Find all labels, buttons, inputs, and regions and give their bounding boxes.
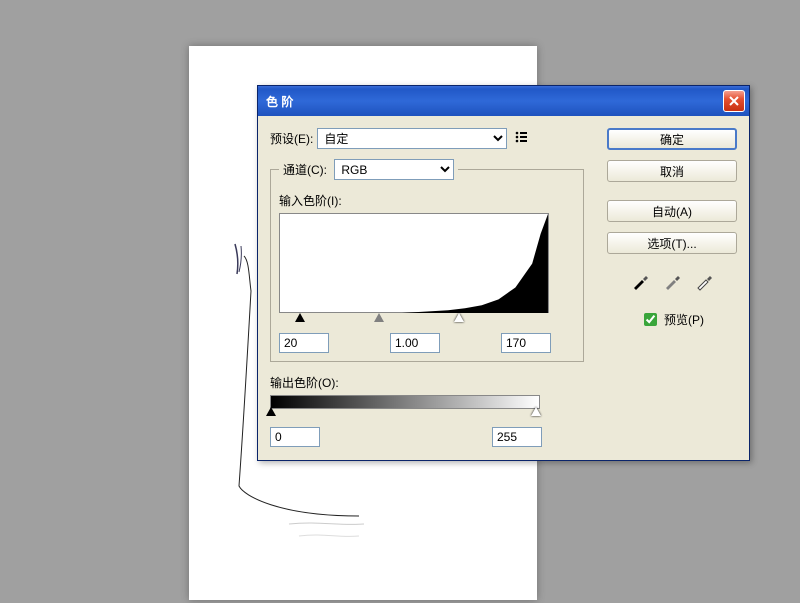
preset-label: 预设(E): [270,130,313,147]
output-low-slider[interactable] [266,407,276,416]
preset-menu-icon[interactable] [513,129,529,148]
midtone-input[interactable] [390,333,440,353]
preview-label: 预览(P) [664,311,704,328]
black-point-eyedropper-icon[interactable] [630,272,650,292]
levels-dialog: 色 阶 预设(E): 自定 通道(C): RGB [257,85,750,461]
preview-checkbox[interactable] [644,313,657,326]
options-button[interactable]: 选项(T)... [607,232,737,254]
output-levels-label: 输出色阶(O): [270,374,584,391]
ok-button[interactable]: 确定 [607,128,737,150]
input-levels-label: 输入色阶(I): [279,192,575,209]
output-high-input[interactable] [492,427,542,447]
gray-point-eyedropper-icon[interactable] [662,272,682,292]
midtone-slider[interactable] [374,313,384,322]
shadow-slider[interactable] [295,313,305,322]
cancel-button[interactable]: 取消 [607,160,737,182]
preset-select[interactable]: 自定 [317,128,507,149]
auto-button[interactable]: 自动(A) [607,200,737,222]
histogram [279,213,549,313]
channel-fieldset: 通道(C): RGB 输入色阶(I): [270,159,584,362]
shadow-input[interactable] [279,333,329,353]
output-low-input[interactable] [270,427,320,447]
input-slider-track [279,315,549,327]
highlight-input[interactable] [501,333,551,353]
output-high-slider[interactable] [531,407,541,416]
channel-label: 通道(C): [283,161,327,178]
white-point-eyedropper-icon[interactable] [694,272,714,292]
dialog-title: 色 阶 [266,93,723,110]
titlebar[interactable]: 色 阶 [258,86,749,116]
channel-select[interactable]: RGB [334,159,454,180]
output-gradient [270,395,540,409]
output-slider-track [270,409,540,421]
highlight-slider[interactable] [454,313,464,322]
close-button[interactable] [723,90,745,112]
